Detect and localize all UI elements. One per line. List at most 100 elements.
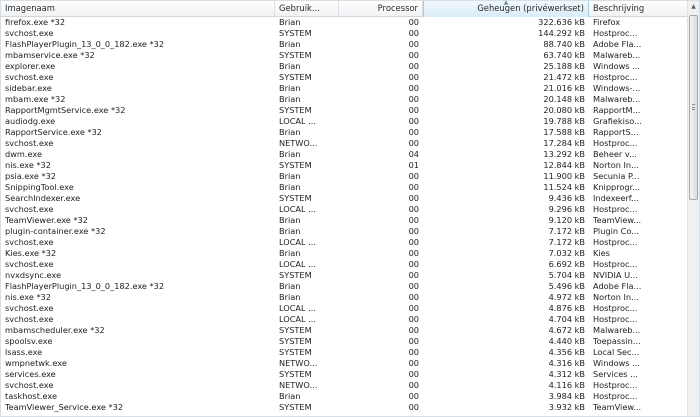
cell-description: Hostproc... — [593, 303, 638, 313]
cell-user: SYSTEM — [279, 50, 312, 60]
table-row[interactable]: services.exe SYSTEM 00 4.312 kB Services ... — [1, 369, 689, 380]
cell-user: LOCAL ... — [279, 237, 317, 247]
table-row[interactable]: lsass.exe SYSTEM 00 4.356 kB Local Sec... — [1, 347, 689, 358]
cell-cpu: 00 — [408, 127, 419, 137]
cell-cpu: 00 — [408, 314, 419, 324]
cell-memory: 7.172 kB — [548, 226, 585, 236]
cell-memory: 9.120 kB — [548, 215, 585, 225]
cell-description: Hostproc... — [593, 237, 638, 247]
table-row[interactable]: svchost.exe LOCAL ... 00 6.692 kB Hostproc..… — [1, 259, 689, 270]
table-row[interactable]: explorer.exe Brian 00 25.188 kB Windows ... — [1, 61, 689, 72]
cell-cpu: 00 — [408, 171, 419, 181]
table-row[interactable]: svchost.exe NETWO... 00 17.284 kB Hostproc..… — [1, 138, 689, 149]
table-row[interactable]: mbamscheduler.exe *32 SYSTEM 00 4.672 kB Mal… — [1, 325, 689, 336]
cell-memory: 3.932 kB — [548, 402, 585, 412]
cell-image-name: RapportMgmtService.exe *32 — [5, 105, 126, 115]
scroll-up-icon[interactable]: ▲ — [688, 1, 699, 13]
vertical-scrollbar[interactable]: ▲ — [687, 1, 699, 416]
cell-user: Brian — [279, 127, 301, 137]
cell-user: SYSTEM — [279, 369, 312, 379]
cell-user: SYSTEM — [279, 402, 312, 412]
table-row[interactable]: svchost.exe SYSTEM 00 21.472 kB Hostproc... — [1, 72, 689, 83]
table-row[interactable]: RapportService.exe *32 Brian 00 17.588 kB Ra… — [1, 127, 689, 138]
cell-memory: 4.440 kB — [548, 336, 585, 346]
cell-image-name: services.exe — [5, 369, 56, 379]
cell-user: SYSTEM — [279, 347, 312, 357]
cell-cpu: 00 — [408, 94, 419, 104]
cell-image-name: svchost.exe — [5, 28, 54, 38]
cell-user: LOCAL ... — [279, 259, 317, 269]
table-row[interactable]: nis.exe *32 SYSTEM 01 12.844 kB Norton In... — [1, 160, 689, 171]
table-row[interactable]: nis.exe *32 Brian 00 4.972 kB Norton In... — [1, 292, 689, 303]
cell-memory: 20.148 kB — [543, 94, 585, 104]
table-row[interactable]: svchost.exe LOCAL ... 00 9.296 kB Hostproc..… — [1, 204, 689, 215]
table-row[interactable]: mbam.exe *32 Brian 00 20.148 kB Malwareb... — [1, 94, 689, 105]
column-header-cpu[interactable]: Processor — [339, 1, 423, 17]
table-row[interactable]: taskhost.exe Brian 00 3.984 kB Hostproc... — [1, 391, 689, 402]
table-row[interactable]: wmpnetwk.exe NETWO... 00 4.316 kB Windows ..… — [1, 358, 689, 369]
table-row[interactable]: svchost.exe LOCAL ... 00 4.876 kB Hostproc..… — [1, 303, 689, 314]
cell-description: Hostproc... — [593, 72, 638, 82]
table-row[interactable]: RapportMgmtService.exe *32 SYSTEM 00 20.080… — [1, 105, 689, 116]
table-row[interactable]: spoolsv.exe SYSTEM 00 4.440 kB Toepassin... — [1, 336, 689, 347]
cell-image-name: svchost.exe — [5, 259, 54, 269]
cell-description: Malwareb... — [593, 50, 641, 60]
table-row[interactable]: plugin-container.exe *32 Brian 00 7.172 kB P… — [1, 226, 689, 237]
cell-cpu: 00 — [408, 248, 419, 258]
cell-user: Brian — [279, 248, 301, 258]
scrollbar-thumb[interactable] — [689, 15, 698, 200]
column-header-image-name[interactable]: Imagenaam — [1, 1, 275, 17]
table-row[interactable]: TeamViewer_Service.exe *32 SYSTEM 00 3.932 … — [1, 402, 689, 413]
cell-image-name: mbam.exe *32 — [5, 94, 66, 104]
cell-cpu: 00 — [408, 182, 419, 192]
column-header-memory[interactable]: ▲ Geheugen (privéwerkset) — [423, 1, 589, 17]
table-row[interactable]: Kies.exe *32 Brian 00 7.032 kB Kies — [1, 248, 689, 259]
cell-memory: 4.356 kB — [548, 347, 585, 357]
table-row[interactable]: svchost.exe LOCAL ... 00 4.704 kB Hostproc..… — [1, 314, 689, 325]
table-row[interactable]: SearchIndexer.exe SYSTEM 00 9.436 kB Indexee… — [1, 193, 689, 204]
table-row[interactable]: firefox.exe *32 Brian 00 322.636 kB Firefox — [1, 17, 689, 28]
cell-image-name: taskhost.exe — [5, 391, 58, 401]
table-row[interactable]: svchost.exe LOCAL ... 00 7.172 kB Hostproc..… — [1, 237, 689, 248]
cell-description: Hostproc... — [593, 138, 638, 148]
table-row[interactable]: audiodg.exe LOCAL ... 00 19.788 kB Grafiekis… — [1, 116, 689, 127]
table-row[interactable]: TeamViewer.exe *32 Brian 00 9.120 kB TeamVie… — [1, 215, 689, 226]
cell-description: Hostproc... — [593, 28, 638, 38]
column-header-description[interactable]: Beschrijving — [589, 1, 689, 17]
table-row[interactable]: svchost.exe NETWO... 00 4.116 kB Hostproc... — [1, 380, 689, 391]
table-row[interactable]: psia.exe *32 Brian 00 11.900 kB Secunia P... — [1, 171, 689, 182]
cell-memory: 63.740 kB — [543, 50, 585, 60]
cell-memory: 4.316 kB — [548, 358, 585, 368]
table-row[interactable]: FlashPlayerPlugin_13_0_0_182.exe *32 Bria… — [1, 39, 689, 50]
cell-image-name: nvxdsync.exe — [5, 270, 62, 280]
table-row[interactable]: SnippingTool.exe Brian 00 11.524 kB Knipprog… — [1, 182, 689, 193]
cell-cpu: 00 — [408, 61, 419, 71]
cell-memory: 21.016 kB — [543, 83, 585, 93]
table-row[interactable]: mbamservice.exe *32 SYSTEM 00 63.740 kB Malw… — [1, 50, 689, 61]
cell-cpu: 00 — [408, 83, 419, 93]
cell-user: SYSTEM — [279, 325, 312, 335]
cell-memory: 25.188 kB — [543, 61, 585, 71]
cell-cpu: 00 — [408, 237, 419, 247]
cell-user: SYSTEM — [279, 270, 312, 280]
cell-description: Local Sec... — [593, 347, 640, 357]
table-row[interactable]: dwm.exe Brian 04 13.292 kB Beheer v... — [1, 149, 689, 160]
cell-image-name: svchost.exe — [5, 204, 54, 214]
cell-cpu: 00 — [408, 204, 419, 214]
cell-user: Brian — [279, 17, 301, 27]
table-row[interactable]: svchost.exe SYSTEM 00 144.292 kB Hostproc... — [1, 28, 689, 39]
process-rows: firefox.exe *32 Brian 00 322.636 kB Firefox s… — [1, 17, 689, 413]
cell-memory: 4.116 kB — [548, 380, 585, 390]
table-row[interactable]: nvxdsync.exe SYSTEM 00 5.704 kB NVIDIA U... — [1, 270, 689, 281]
cell-cpu: 00 — [408, 215, 419, 225]
cell-cpu: 00 — [408, 391, 419, 401]
cell-cpu: 00 — [408, 292, 419, 302]
table-row[interactable]: sidebar.exe Brian 00 21.016 kB Windows-... — [1, 83, 689, 94]
cell-description: Kies — [593, 248, 610, 258]
cell-cpu: 00 — [408, 402, 419, 412]
column-header-user[interactable]: Gebruik... — [275, 1, 339, 17]
cell-user: LOCAL ... — [279, 116, 317, 126]
sort-ascending-icon: ▲ — [503, 1, 509, 6]
process-list: Imagenaam Gebruik... Processor ▲ Geheuge… — [0, 0, 700, 417]
table-row[interactable]: FlashPlayerPlugin_13_0_0_182.exe *32 Bria… — [1, 281, 689, 292]
